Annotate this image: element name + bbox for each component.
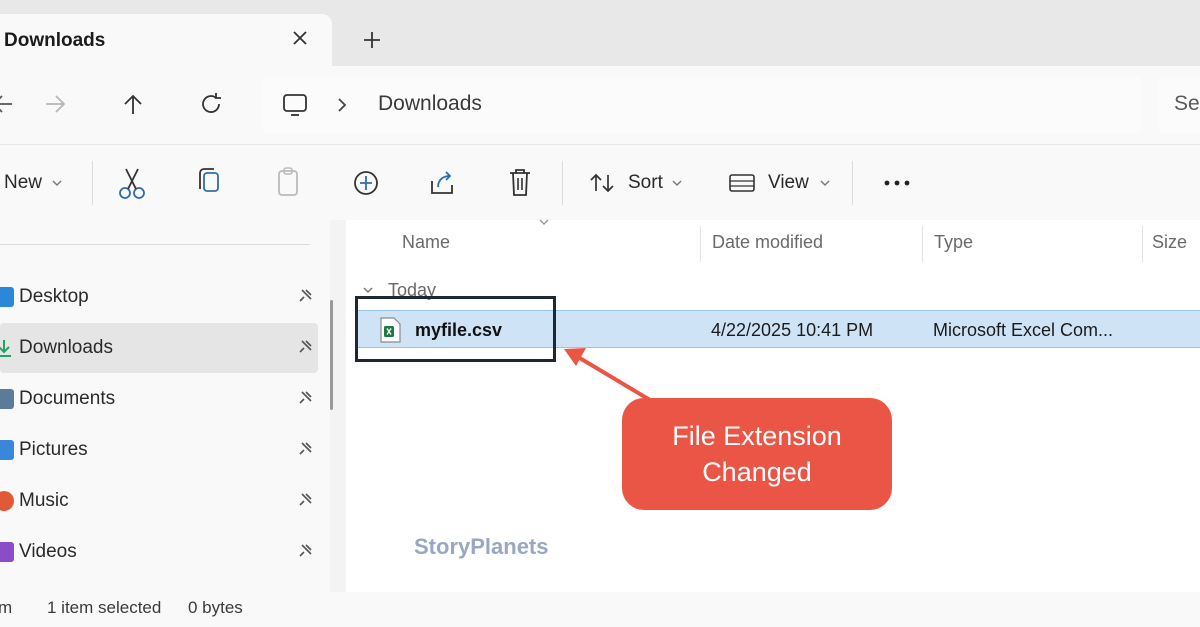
refresh-icon[interactable] xyxy=(195,88,227,120)
sort-chevron-icon xyxy=(539,219,549,225)
address-location: Downloads xyxy=(378,92,482,115)
sort-icon xyxy=(590,173,614,193)
sidebar-item-desktop[interactable]: Desktop xyxy=(0,272,318,322)
tab-downloads[interactable]: Downloads xyxy=(0,14,332,66)
navigation-pane: Desktop Downloads Documents Pictures Mus… xyxy=(0,220,330,592)
sidebar-scrollbar[interactable] xyxy=(330,300,333,410)
sidebar-item-label: Videos xyxy=(19,541,77,562)
column-type[interactable]: Type xyxy=(934,232,973,253)
sort-label: Sort xyxy=(628,172,663,193)
sidebar-item-downloads[interactable]: Downloads xyxy=(0,323,318,373)
separator xyxy=(852,161,853,205)
separator xyxy=(562,161,563,205)
pin-icon[interactable] xyxy=(296,491,314,509)
sidebar-item-label: Pictures xyxy=(19,439,88,460)
pin-icon[interactable] xyxy=(296,389,314,407)
plus-icon[interactable] xyxy=(358,26,386,54)
search-input[interactable]: Se xyxy=(1158,76,1200,134)
chevron-down-icon xyxy=(820,180,830,186)
picture-icon xyxy=(0,440,14,460)
copy-icon[interactable] xyxy=(194,163,226,203)
new-label: New xyxy=(4,172,43,193)
sidebar-item-label: Desktop xyxy=(19,286,89,307)
view-label: View xyxy=(768,172,809,193)
sidebar-item-label: Downloads xyxy=(19,337,113,358)
up-arrow-icon[interactable] xyxy=(117,88,149,120)
desktop-icon xyxy=(0,287,14,307)
column-date-modified[interactable]: Date modified xyxy=(712,232,823,253)
address-bar[interactable]: Downloads xyxy=(262,76,1142,134)
sidebar-item-music[interactable]: Music xyxy=(0,476,318,526)
download-arrow-icon xyxy=(0,340,11,357)
divider xyxy=(0,244,310,245)
more-options-icon[interactable] xyxy=(880,163,914,203)
paste-icon[interactable] xyxy=(272,163,304,203)
trash-icon[interactable] xyxy=(504,163,536,203)
sidebar-item-label: Documents xyxy=(19,388,116,409)
annotation-highlight-box xyxy=(355,296,556,362)
search-placeholder: Se xyxy=(1174,92,1200,115)
view-icon xyxy=(729,174,755,192)
share-icon[interactable] xyxy=(426,163,458,203)
sidebar-item-videos[interactable]: Videos xyxy=(0,527,318,577)
pin-icon[interactable] xyxy=(296,440,314,458)
video-icon xyxy=(0,542,14,562)
status-item-count: 1 item selected xyxy=(47,598,162,617)
annotation-callout: File Extension Changed xyxy=(622,398,892,510)
status-prefix: m xyxy=(0,598,13,617)
tab-title: Downloads xyxy=(4,30,106,51)
close-icon[interactable] xyxy=(288,26,312,50)
view-button[interactable]: View xyxy=(728,163,832,203)
sidebar-item-label: Music xyxy=(19,490,69,511)
column-divider[interactable] xyxy=(700,226,701,262)
navigation-bar: Downloads Se xyxy=(0,66,1200,144)
rename-icon[interactable] xyxy=(350,163,382,203)
column-divider[interactable] xyxy=(922,226,923,262)
pin-icon[interactable] xyxy=(296,542,314,560)
chevron-down-icon xyxy=(672,180,682,186)
back-arrow-icon[interactable] xyxy=(0,88,18,120)
cut-icon[interactable] xyxy=(116,163,148,203)
command-bar: New Sort View xyxy=(0,144,1200,220)
watermark: StoryPlanets xyxy=(414,534,549,559)
chevron-down-icon xyxy=(52,180,62,186)
status-bar: m 1 item selected 0 bytes xyxy=(0,592,1200,627)
column-size[interactable]: Size xyxy=(1152,232,1187,253)
column-divider[interactable] xyxy=(1142,226,1143,262)
callout-line2: Changed xyxy=(702,457,812,487)
music-icon xyxy=(0,491,14,511)
monitor-icon xyxy=(283,94,307,116)
forward-arrow-icon[interactable] xyxy=(40,88,72,120)
file-type: Microsoft Excel Com... xyxy=(933,320,1114,340)
tab-strip: Downloads xyxy=(0,0,1200,66)
callout-line1: File Extension xyxy=(672,421,842,451)
pin-icon[interactable] xyxy=(296,287,314,305)
column-name[interactable]: Name xyxy=(402,232,450,253)
separator xyxy=(92,161,93,205)
new-button[interactable]: New xyxy=(0,163,72,203)
chevron-down-icon xyxy=(363,287,373,293)
chevron-right-icon[interactable] xyxy=(334,96,350,114)
pin-icon[interactable] xyxy=(296,338,314,356)
status-size: 0 bytes xyxy=(188,598,243,617)
document-icon xyxy=(0,389,14,409)
sort-button[interactable]: Sort xyxy=(588,163,688,203)
file-explorer-window: Downloads Downloads Se New Sort View Des… xyxy=(0,0,1200,627)
sidebar-item-documents[interactable]: Documents xyxy=(0,374,318,424)
file-date-modified: 4/22/2025 10:41 PM xyxy=(711,320,874,340)
sidebar-item-pictures[interactable]: Pictures xyxy=(0,425,318,475)
